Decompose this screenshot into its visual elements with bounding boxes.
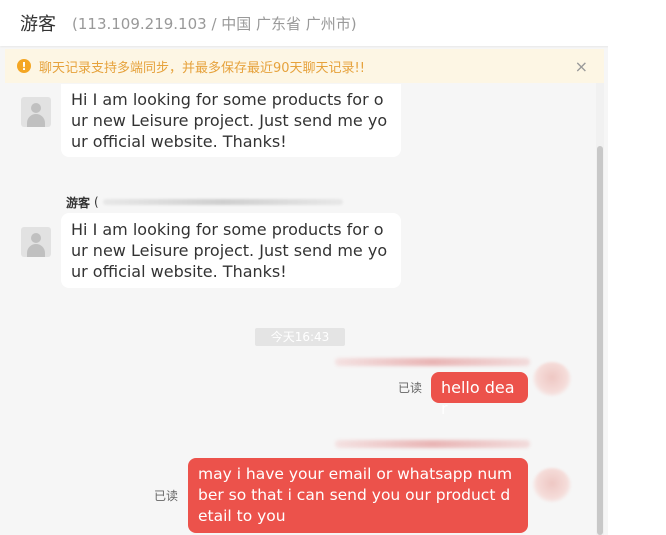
sender-paren: ( (94, 195, 99, 209)
agent-avatar (533, 362, 571, 396)
redacted-agent-name (335, 440, 530, 448)
outgoing-message: hello dear (431, 372, 528, 418)
scrollbar-thumb[interactable] (597, 146, 603, 535)
warning-icon: ! (17, 59, 31, 73)
read-status: 已读 (398, 381, 423, 395)
visitor-avatar (21, 97, 51, 127)
incoming-message: Hi I am looking for some products for ou… (61, 213, 401, 288)
redacted-sender-info (102, 199, 343, 205)
sender-info: 游客 ( (66, 194, 343, 210)
notice-text: 聊天记录支持多端同步，并最多保存最近90天聊天记录!! (39, 60, 365, 76)
redacted-agent-name (335, 358, 530, 366)
read-status: 已读 (154, 489, 179, 503)
visitor-avatar (21, 227, 51, 257)
visitor-ip-location: (113.109.219.103 / 中国 广东省 广州市) (72, 14, 357, 33)
visitor-name: 游客 (20, 14, 56, 35)
chat-header: 游客 (113.109.219.103 / 中国 广东省 广州市) (0, 0, 666, 46)
close-icon[interactable]: × (575, 57, 588, 76)
time-separator: 今天16:43 (255, 328, 345, 346)
sender-name: 游客 (66, 195, 91, 210)
agent-avatar (533, 468, 571, 502)
sync-notice-banner: ! 聊天记录支持多端同步，并最多保存最近90天聊天记录!! × (5, 49, 604, 83)
incoming-message: Hi I am looking for some products for ou… (61, 84, 401, 157)
right-panel (608, 46, 666, 535)
outgoing-message: may i have your email or whatsapp number… (188, 458, 528, 533)
